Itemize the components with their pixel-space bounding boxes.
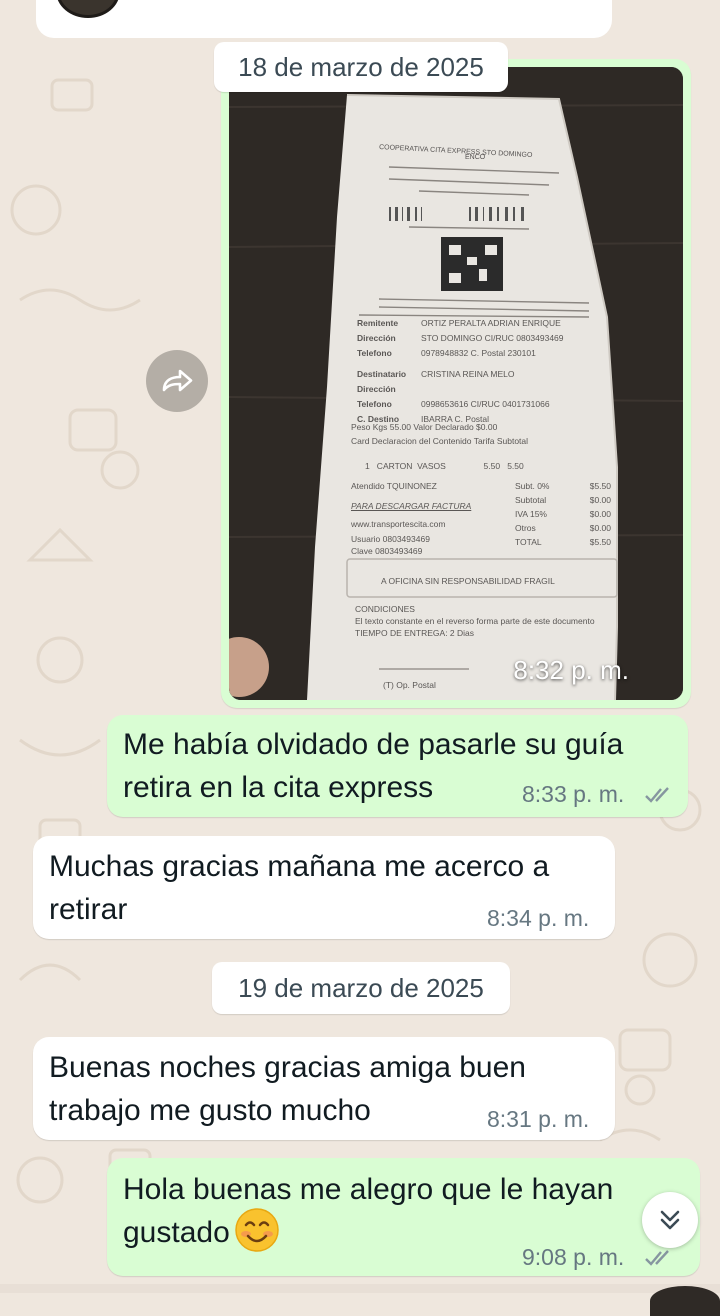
date-separator-label: 19 de marzo de 2025: [238, 973, 484, 1003]
receipt-row-label: Telefono: [357, 348, 392, 358]
message-timestamp: 8:31 p. m.: [487, 1106, 590, 1132]
receipt-total-value: $5.50: [589, 481, 611, 491]
smiling-face-emoji: [235, 1208, 279, 1252]
message-timestamp: 8:33 p. m.: [522, 781, 625, 807]
receipt-conditions-title: CONDICIONES: [355, 604, 415, 614]
bottom-avatar[interactable]: [650, 1286, 720, 1316]
receipt-total-value: $0.00: [589, 509, 611, 519]
receipt-descargar: PARA DESCARGAR FACTURA: [351, 501, 472, 511]
receipt-rows: Remitente ORTIZ PERALTA ADRIAN ENRIQUE Dir…: [357, 317, 617, 428]
double-check-icon: [645, 787, 669, 803]
receipt-total-value: $0.00: [589, 523, 611, 533]
date-separator: 19 de marzo de 2025: [212, 962, 510, 1014]
receipt-row-label: Dirección: [357, 384, 396, 394]
message-bubble-incoming[interactable]: Muchas gracias mañana me acerco a retira…: [33, 836, 615, 939]
date-separator: 18 de marzo de 2025: [214, 42, 508, 92]
receipt-total-row: IVA 15% $0.00: [515, 508, 611, 520]
message-bubble-outgoing[interactable]: Hola buenas me alegro que le hayan gusta…: [107, 1158, 700, 1276]
receipt-overlay-text: Remitente ORTIZ PERALTA ADRIAN ENRIQUE Dir…: [229, 67, 683, 700]
receipt-total-value: $5.50: [589, 537, 611, 547]
message-timestamp: 8:34 p. m.: [487, 905, 590, 931]
receipt-total-label: Otros: [515, 523, 536, 533]
receipt-row: Telefono 0978948832 C. Postal 230101: [357, 347, 617, 359]
receipt-row-label: Telefono: [357, 399, 392, 409]
double-chevron-down-icon: [660, 1210, 680, 1230]
date-separator-label: 18 de marzo de 2025: [238, 52, 484, 82]
double-check-icon: [645, 1250, 669, 1266]
receipt-row-label: Remitente: [357, 318, 399, 328]
receipt-row: Destinatario CRISTINA REINA MELO: [357, 368, 617, 380]
receipt-row-value: CRISTINA REINA MELO: [421, 369, 515, 379]
receipt-total-row: Otros $0.00: [515, 522, 611, 534]
receipt-total-row: Subtotal $0.00: [515, 494, 611, 506]
receipt-row-value: 0978948832 C. Postal 230101: [421, 348, 536, 358]
receipt-row: Telefono 0998653616 CI/RUC 0401731066: [357, 398, 617, 410]
receipt-web: www.transportescita.com: [351, 519, 446, 529]
receipt-notice: A OFICINA SIN RESPONSABILIDAD FRAGIL: [381, 576, 555, 586]
receipt-peso: Peso Kgs 55.00 Valor Declarado $0.00: [351, 422, 498, 432]
receipt-row-value: STO DOMINGO CI/RUC 0803493469: [421, 333, 564, 343]
scroll-to-bottom-button[interactable]: [642, 1192, 698, 1248]
receipt-photo[interactable]: COOPERATIVA CITA EXPRESS STO DOMINGO ENC…: [229, 67, 683, 700]
receipt-total-row: TOTAL $5.50: [515, 536, 611, 548]
receipt-conditions-text: El texto constante en el reverso forma p…: [355, 616, 595, 638]
receipt-total-label: IVA 15%: [515, 509, 547, 519]
forward-button[interactable]: [146, 350, 208, 412]
receipt-total-value: $0.00: [589, 495, 611, 505]
receipt-row: Dirección STO DOMINGO CI/RUC 0803493469: [357, 332, 617, 344]
receipt-row: Remitente ORTIZ PERALTA ADRIAN ENRIQUE: [357, 317, 617, 329]
receipt-total-label: Subtotal: [515, 495, 547, 505]
receipt-row-label: Destinatario: [357, 369, 407, 379]
receipt-item: 1 CARTON VASOS 5.50 5.50: [365, 461, 524, 471]
receipt-total-row: Subt. 0% $5.50: [515, 480, 611, 492]
receipt-clave: Clave 0803493469: [351, 546, 423, 556]
message-bubble-outgoing[interactable]: Me había olvidado de pasarle su guía ret…: [107, 715, 688, 817]
receipt-usuario: Usuario 0803493469: [351, 534, 430, 544]
image-message-bubble[interactable]: COOPERATIVA CITA EXPRESS STO DOMINGO ENC…: [221, 59, 691, 708]
receipt-row-value: 0998653616 CI/RUC 0401731066: [421, 399, 550, 409]
image-timestamp: 8:32 p. m.: [513, 655, 629, 685]
previous-message-fragment: [36, 0, 612, 38]
message-timestamp: 9:08 p. m.: [522, 1244, 625, 1270]
composer-bar-edge: [0, 1284, 720, 1293]
message-text-content: Hola buenas me alegro que le hayan gusta…: [123, 1173, 614, 1249]
receipt-row-value: ORTIZ PERALTA ADRIAN ENRIQUE: [421, 318, 561, 328]
forward-arrow-icon: [162, 369, 193, 392]
receipt-row-label: Dirección: [357, 333, 396, 343]
receipt-footer: (T) Op. Postal: [383, 680, 436, 690]
receipt-header-cols: Card Declaracion del Contenido Tarifa Su…: [351, 436, 529, 446]
receipt-atendido: Atendido TQUINONEZ: [351, 481, 437, 491]
receipt-total-label: TOTAL: [515, 537, 542, 547]
receipt-totals: Subt. 0% $5.50 Subtotal $0.00 IVA 15% $0.00 Ot…: [515, 480, 611, 550]
message-bubble-incoming[interactable]: Buenas noches gracias amiga buen trabajo…: [33, 1037, 615, 1140]
receipt-row: Dirección: [357, 383, 617, 395]
receipt-total-label: Subt. 0%: [515, 481, 550, 491]
